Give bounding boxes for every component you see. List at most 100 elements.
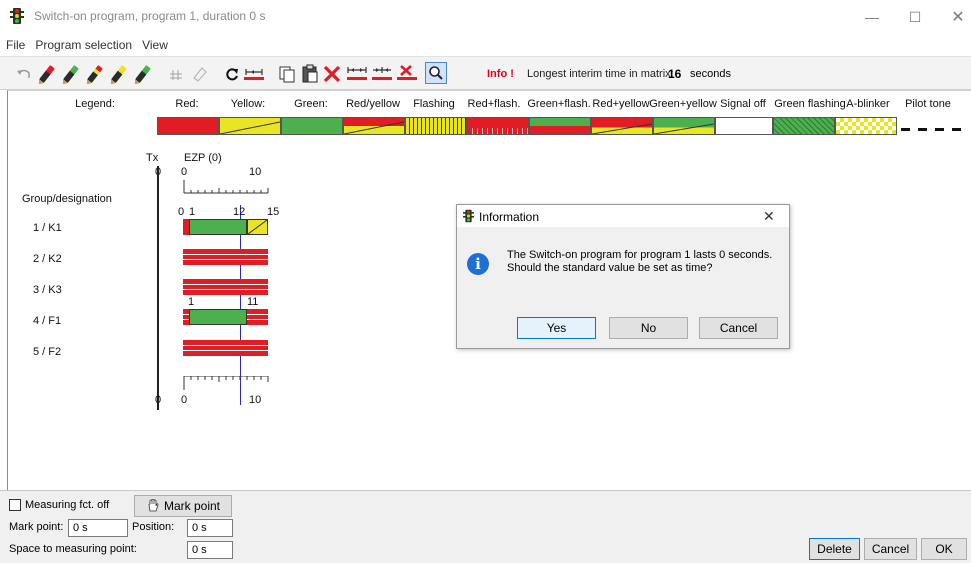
delete-icon[interactable] xyxy=(322,64,342,84)
group-row-k2[interactable]: 2 / K2 xyxy=(33,253,62,265)
pencil-green-icon[interactable] xyxy=(61,64,81,84)
information-dialog: Information ✕ i The Switch-on program fo… xyxy=(456,204,790,349)
row-marker-0: 0 xyxy=(178,206,185,218)
position-label: Position: xyxy=(132,521,175,533)
dialog-title: Information xyxy=(479,210,540,224)
scale-top-mark: 10 xyxy=(249,166,262,178)
legend-swatch-green-flash xyxy=(529,117,591,135)
row-marker-15: 15 xyxy=(267,206,280,218)
scale-top-ruler xyxy=(183,180,269,194)
paste-icon[interactable] xyxy=(300,64,320,84)
clear-icon[interactable] xyxy=(396,64,417,84)
rotate-icon[interactable] xyxy=(222,64,242,84)
measuring-label: Measuring fct. off xyxy=(25,499,110,511)
measuring-checkbox[interactable] xyxy=(9,499,21,511)
k3-bar-red[interactable] xyxy=(183,279,268,295)
space-to-measuring-field[interactable]: 0 s xyxy=(187,541,233,559)
legend-swatch-green-yellow xyxy=(653,117,715,135)
delete-button[interactable]: Delete xyxy=(809,538,860,560)
menu-bar: File Program selection View xyxy=(0,34,971,56)
legend-swatch-red-flash xyxy=(467,117,529,135)
undo-icon[interactable] xyxy=(14,64,34,84)
pencil-red-icon[interactable] xyxy=(37,64,57,84)
legend-label-yellow: Yellow: xyxy=(230,98,266,110)
traffic-light-icon xyxy=(10,8,24,24)
group-row-f1[interactable]: 4 / F1 xyxy=(33,315,61,327)
legend-swatch-a-blinker xyxy=(835,117,897,135)
scale-bottom-ruler xyxy=(183,376,269,390)
dialog-title-bar: Information ✕ xyxy=(457,205,789,227)
copy-icon[interactable] xyxy=(277,64,297,84)
menu-view[interactable]: View xyxy=(142,38,168,52)
legend-label-green-flash: Green+flash. xyxy=(527,98,591,110)
measurement-panel: Measuring fct. off Mark point Mark point… xyxy=(0,490,971,563)
eraser-icon[interactable] xyxy=(190,64,210,84)
minimize-button[interactable]: — xyxy=(852,4,892,30)
dialog-yes-button[interactable]: Yes xyxy=(517,317,596,339)
legend-label-red-yellow: Red+yellow xyxy=(592,98,650,110)
longest-interim-unit: seconds xyxy=(690,68,731,80)
zoom-icon[interactable] xyxy=(425,62,447,84)
close-window-button[interactable]: ✕ xyxy=(938,4,971,30)
legend-swatch-signal-off xyxy=(715,117,773,135)
position-field[interactable]: 0 s xyxy=(187,519,233,537)
mark-point-label: Mark point: xyxy=(9,521,64,533)
dialog-no-button[interactable]: No xyxy=(609,317,688,339)
f2-bar-red[interactable] xyxy=(183,340,268,356)
dialog-cancel-button[interactable]: Cancel xyxy=(699,317,778,339)
legend-label-red: Red: xyxy=(175,98,199,110)
dialog-close-button[interactable]: ✕ xyxy=(763,208,775,225)
grid-pencil-icon[interactable] xyxy=(168,64,188,84)
legend-label-green-flashing: Green flashing xyxy=(774,98,846,110)
tx-zero-bottom: 0 xyxy=(155,394,162,406)
legend-label-green-yellow: Green+yellow xyxy=(649,98,717,110)
f1-marker-11: 11 xyxy=(247,296,259,308)
legend-swatch-green xyxy=(281,117,343,135)
group-row-k1[interactable]: 1 / K1 xyxy=(33,222,62,234)
menu-file[interactable]: File xyxy=(6,38,25,52)
scale-bottom-mark: 10 xyxy=(249,394,262,406)
menu-program-selection[interactable]: Program selection xyxy=(35,38,132,52)
info-text: Longest interim time in matrix: xyxy=(527,68,674,80)
group-row-k3[interactable]: 3 / K3 xyxy=(33,284,62,296)
legend-swatch-flashing xyxy=(405,117,467,135)
space-to-measuring-label: Space to measuring point: xyxy=(9,543,137,555)
cancel-button[interactable]: Cancel xyxy=(864,538,917,560)
window-title: Switch-on program, program 1, duration 0… xyxy=(34,9,266,23)
pencil-green2-icon[interactable] xyxy=(133,64,153,84)
tx-label: Tx xyxy=(146,152,159,164)
tx-axis-line xyxy=(157,166,159,410)
pencil-yellow-icon[interactable] xyxy=(109,64,129,84)
legend-label-pilot-tone: Pilot tone xyxy=(905,98,951,110)
mark-point-field[interactable]: 0 s xyxy=(68,519,128,537)
scale-top-start: 0 xyxy=(181,166,188,178)
k1-bar-yellow[interactable] xyxy=(247,219,268,235)
scale-bottom-start: 0 xyxy=(181,394,188,406)
group-row-f2[interactable]: 5 / F2 xyxy=(33,346,61,358)
legend-label-green: Green: xyxy=(294,98,328,110)
legend-title: Legend: xyxy=(75,98,115,110)
longest-interim-value: 16 xyxy=(668,67,682,81)
legend-label-redyellow: Red/yellow xyxy=(346,98,400,110)
maximize-button[interactable]: ☐ xyxy=(895,4,935,30)
legend-swatch-green-flashing xyxy=(773,117,835,135)
legend-swatch-pilot-tone xyxy=(901,128,967,131)
stretch-icon[interactable] xyxy=(346,64,367,84)
pencil-redyellow-icon[interactable] xyxy=(85,64,105,84)
legend-swatch-yellow xyxy=(219,117,281,135)
k1-bar-green[interactable] xyxy=(189,219,247,235)
title-bar: Switch-on program, program 1, duration 0… xyxy=(0,0,971,34)
legend-label-red-flash: Red+flash. xyxy=(467,98,521,110)
mark-point-button[interactable]: Mark point xyxy=(134,495,232,517)
traffic-light-icon xyxy=(463,209,474,226)
ezp-label: EZP (0) xyxy=(184,152,222,164)
legend-label-flashing: Flashing xyxy=(413,98,455,110)
time-cursor-line[interactable] xyxy=(240,205,241,405)
ok-button[interactable]: OK xyxy=(921,538,967,560)
k2-bar-red[interactable] xyxy=(183,249,268,265)
info-icon: i xyxy=(467,253,489,275)
interval-icon[interactable] xyxy=(243,64,264,84)
compress-icon[interactable] xyxy=(371,64,392,84)
f1-bar-green[interactable] xyxy=(189,309,247,325)
f1-bar-red-end[interactable] xyxy=(247,309,268,325)
